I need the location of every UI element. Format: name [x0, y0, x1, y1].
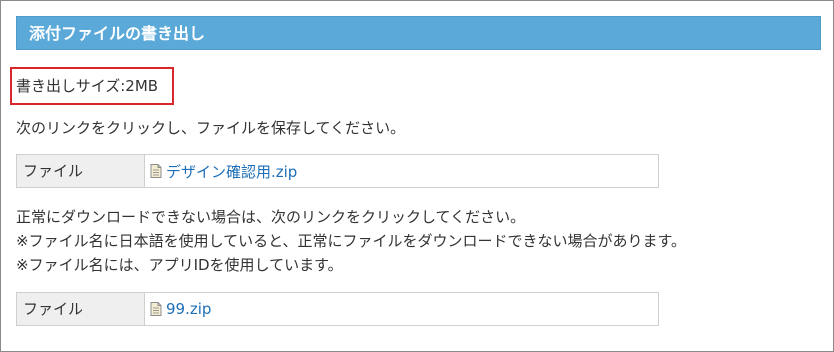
note-japanese-filename: ※ファイル名に日本語を使用していると、正常にファイルをダウンロードできない場合が… — [16, 232, 687, 250]
file-label: ファイル — [17, 155, 145, 187]
file-cell: 99.zip — [145, 293, 658, 325]
fallback-download-link[interactable]: 99.zip — [166, 300, 211, 318]
export-size-text: 書き出しサイズ:2MB — [16, 77, 159, 95]
instruction-text: 次のリンクをクリックし、ファイルを保存してください。 — [16, 119, 406, 137]
file-download-link[interactable]: デザイン確認用.zip — [166, 161, 297, 182]
file-row-fallback: ファイル 99.zip — [16, 292, 659, 326]
file-row-primary: ファイル デザイン確認用.zip — [16, 154, 659, 188]
file-cell: デザイン確認用.zip — [145, 155, 658, 187]
section-title: 添付ファイルの書き出し — [16, 16, 821, 50]
file-label: ファイル — [17, 293, 145, 325]
note-app-id: ※ファイル名には、アプリIDを使用しています。 — [16, 256, 343, 274]
document-icon — [150, 164, 162, 178]
document-icon — [150, 302, 162, 316]
fallback-text: 正常にダウンロードできない場合は、次のリンクをクリックしてください。 — [16, 208, 526, 226]
export-panel: 添付ファイルの書き出し 書き出しサイズ:2MB 次のリンクをクリックし、ファイル… — [0, 0, 834, 352]
